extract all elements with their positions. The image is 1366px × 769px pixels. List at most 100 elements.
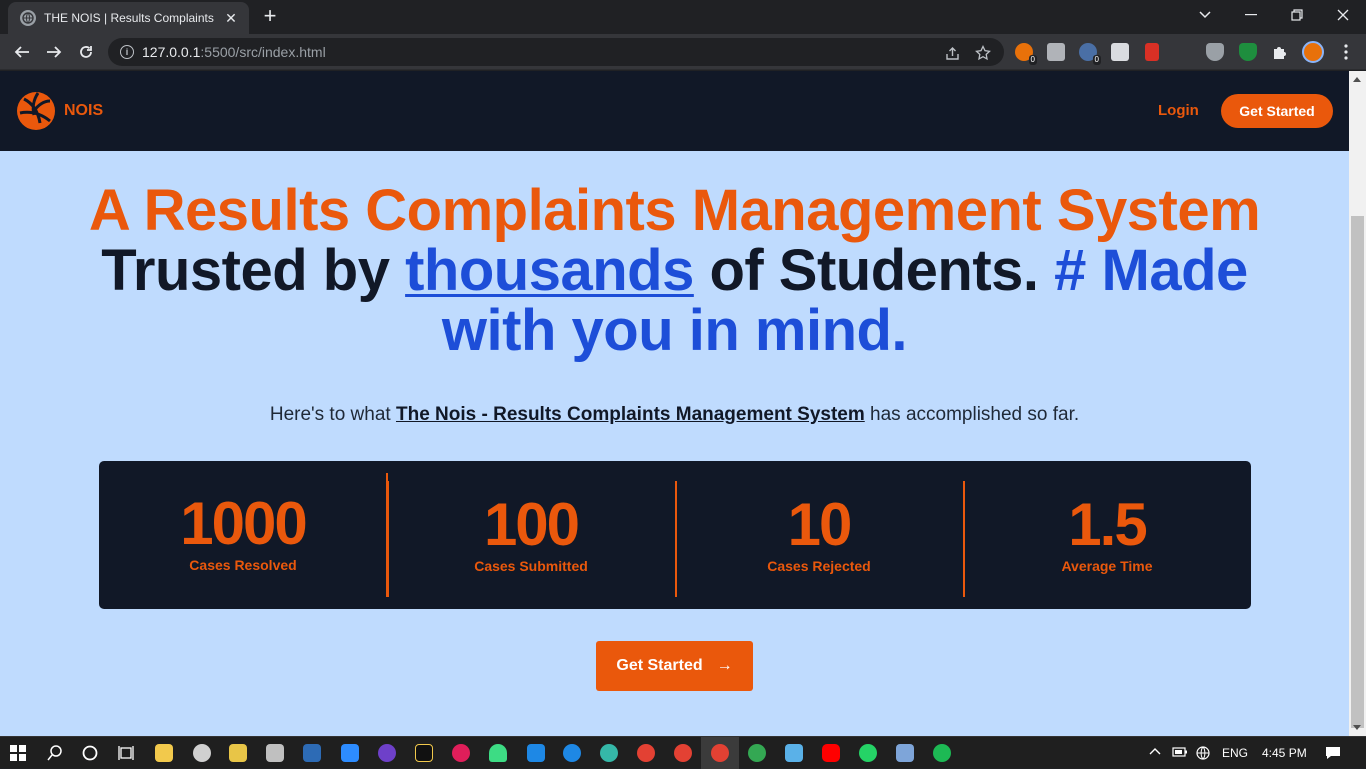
hero-title-line2: Trusted by thousands of Students. # Made… <box>0 241 1349 361</box>
browser-toolbar: i 127.0.0.1:5500/src/index.html 0 0 <box>0 34 1366 70</box>
site-navbar: NOIS Login Get Started <box>0 71 1349 151</box>
file-explorer-icon[interactable] <box>155 744 173 762</box>
adblock-shield-icon[interactable] <box>1239 43 1257 61</box>
edge-icon[interactable] <box>600 744 618 762</box>
volleyball-logo-icon <box>17 92 55 130</box>
restore-icon[interactable] <box>1274 0 1320 30</box>
stat-cases-submitted: 100 Cases Submitted <box>387 461 675 609</box>
new-tab-button[interactable]: + <box>258 5 282 28</box>
share-icon[interactable] <box>943 44 961 62</box>
app-icon-2[interactable] <box>193 744 211 762</box>
subtitle-prefix: Here's to what <box>269 404 396 425</box>
hero-text-students: of Students. <box>693 238 1055 303</box>
stat-value: 10 <box>787 491 853 558</box>
app-icon-8[interactable] <box>415 744 433 762</box>
minimize-icon[interactable] <box>1228 0 1274 30</box>
youtube-icon[interactable] <box>822 744 840 762</box>
network-globe-icon[interactable] <box>1196 746 1210 763</box>
stat-label: Cases Resolved <box>189 557 297 573</box>
extension-icon-5[interactable] <box>1145 43 1159 61</box>
menu-kebab-icon[interactable] <box>1332 38 1360 66</box>
profile-avatar[interactable] <box>1302 41 1324 63</box>
close-tab-icon[interactable]: ✕ <box>223 10 239 27</box>
login-link[interactable]: Login <box>1158 102 1199 119</box>
get-started-button[interactable]: Get Started → <box>596 641 753 691</box>
search-icon[interactable] <box>46 744 64 762</box>
cortana-icon[interactable] <box>81 744 99 762</box>
url-path: :5500/src/index.html <box>200 44 326 60</box>
extension-icon-2[interactable] <box>1047 43 1065 61</box>
stats-panel: 1000 Cases Resolved 100 Cases Submitted … <box>99 461 1251 609</box>
windows-start-icon[interactable] <box>10 745 26 766</box>
info-icon[interactable]: i <box>120 45 134 59</box>
app-icon-3[interactable] <box>229 744 247 762</box>
tab-search-icon[interactable] <box>1182 0 1228 30</box>
cmd-icon[interactable] <box>266 744 284 762</box>
android-studio-icon[interactable] <box>489 744 507 762</box>
chevron-up-icon[interactable] <box>1149 746 1161 761</box>
back-arrow-icon[interactable] <box>8 38 36 66</box>
logo-text: NOIS <box>64 102 104 119</box>
clock[interactable]: 4:45 PM <box>1262 746 1307 760</box>
extensions-puzzle-icon[interactable] <box>1271 43 1289 61</box>
stat-label: Cases Rejected <box>767 558 871 574</box>
browser-tab-strip: THE NOIS | Results Complaints Management… <box>0 0 1366 34</box>
app-icon-store[interactable] <box>785 744 803 762</box>
chrome-icon-1[interactable] <box>637 744 655 762</box>
stat-average-time: 1.5 Average Time <box>963 461 1251 609</box>
tab-title: THE NOIS | Results Complaints Management… <box>44 11 217 25</box>
bookmark-star-icon[interactable] <box>974 44 992 62</box>
shield-extension-icon[interactable] <box>1206 43 1224 61</box>
app-icon-c[interactable] <box>563 744 581 762</box>
page-viewport: NOIS Login Get Started A Results Complai… <box>0 71 1349 736</box>
page-scrollbar[interactable] <box>1349 71 1366 736</box>
extension-icon-1[interactable]: 0 <box>1015 43 1037 65</box>
close-window-icon[interactable] <box>1320 0 1366 30</box>
arrow-right-icon: → <box>716 657 733 674</box>
stat-value: 1.5 <box>1068 491 1147 558</box>
stat-value: 100 <box>483 491 580 558</box>
stat-label: Average Time <box>1061 558 1153 574</box>
address-bar[interactable]: i 127.0.0.1:5500/src/index.html <box>108 38 1004 66</box>
stat-value: 1000 <box>180 490 307 557</box>
hero-text-thousands: thousands <box>405 238 694 303</box>
task-view-icon[interactable] <box>117 744 135 762</box>
scrollbar-thumb[interactable] <box>1351 216 1364 728</box>
slack-icon[interactable] <box>452 744 470 762</box>
scroll-down-arrow-icon[interactable] <box>1353 725 1361 730</box>
github-icon[interactable] <box>378 744 396 762</box>
zoom-icon[interactable] <box>341 744 359 762</box>
stat-label: Cases Submitted <box>474 558 588 574</box>
whatsapp-icon[interactable] <box>859 744 877 762</box>
chrome-icon-2[interactable] <box>674 744 692 762</box>
url-host: 127.0.0.1 <box>142 44 201 60</box>
battery-icon[interactable] <box>1172 746 1188 761</box>
browser-tab[interactable]: THE NOIS | Results Complaints Management… <box>8 2 249 34</box>
reload-icon[interactable] <box>72 38 100 66</box>
hero-heading: A Results Complaints Management System T… <box>0 181 1349 361</box>
stat-cases-resolved: 1000 Cases Resolved <box>99 461 388 609</box>
subtitle-suffix: has accomplished so far. <box>864 404 1080 425</box>
vscode-icon[interactable] <box>527 744 545 762</box>
notifications-icon[interactable] <box>1325 746 1341 763</box>
scroll-up-arrow-icon[interactable] <box>1353 77 1361 82</box>
nav-get-started-button[interactable]: Get Started <box>1221 94 1333 128</box>
stat-cases-rejected: 10 Cases Rejected <box>675 461 963 609</box>
subtitle-link[interactable]: The Nois - Results Complaints Management… <box>396 404 865 425</box>
spotify-icon[interactable] <box>933 744 951 762</box>
chrome-icon-3[interactable] <box>748 744 766 762</box>
powershell-icon[interactable] <box>303 744 321 762</box>
app-icon-remote[interactable] <box>896 744 914 762</box>
hero-text-trusted: Trusted by <box>101 238 406 303</box>
logo[interactable]: NOIS <box>16 91 103 131</box>
globe-icon <box>20 10 36 26</box>
hero-subtitle: Here's to what The Nois - Results Compla… <box>0 404 1349 426</box>
windows-taskbar: ENG 4:45 PM <box>0 736 1366 769</box>
get-started-label: Get Started <box>616 657 703 674</box>
extension-icon-3[interactable]: 0 <box>1079 43 1101 65</box>
chrome-icon-active[interactable] <box>711 744 729 762</box>
hero-title-line1: A Results Complaints Management System <box>88 178 1261 243</box>
forward-arrow-icon[interactable] <box>40 38 68 66</box>
language-indicator[interactable]: ENG <box>1222 746 1248 760</box>
extension-icon-4[interactable] <box>1111 43 1129 61</box>
